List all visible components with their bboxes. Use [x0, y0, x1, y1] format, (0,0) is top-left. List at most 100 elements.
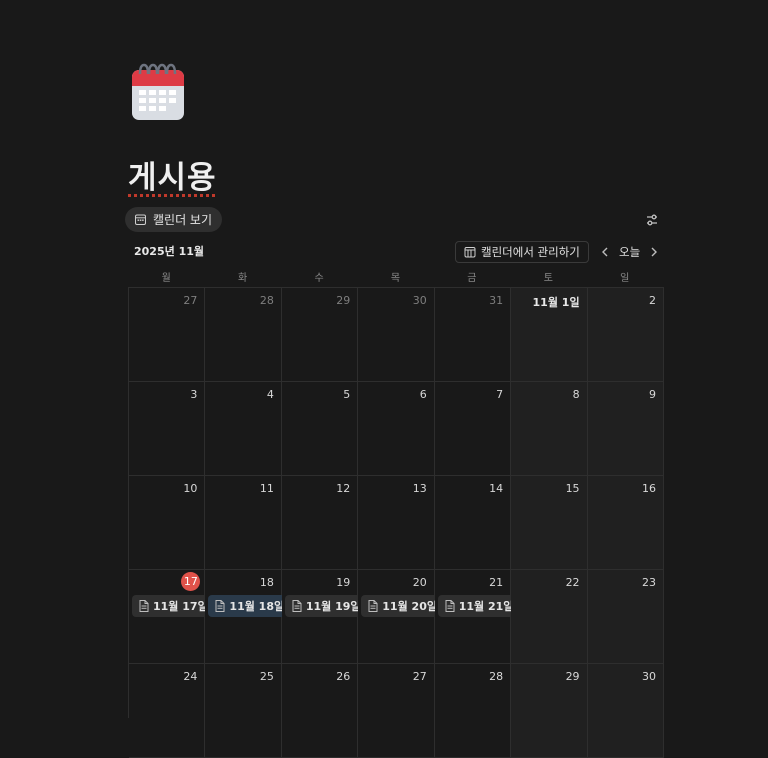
- calendar-day-cell[interactable]: 30: [358, 288, 435, 382]
- day-number: 14: [489, 482, 504, 495]
- weekday-label: 월: [161, 273, 171, 284]
- document-icon: [139, 600, 149, 612]
- day-number: 13: [412, 482, 427, 495]
- calendar-day-cell[interactable]: 26: [281, 664, 359, 758]
- calendar-view-tab[interactable]: 캘린더 보기: [125, 207, 223, 232]
- day-number: 29: [336, 294, 351, 307]
- day-number: 5: [343, 388, 351, 401]
- document-icon: [292, 600, 302, 612]
- filter-settings-icon[interactable]: [645, 212, 659, 226]
- page-icon[interactable]: [130, 62, 186, 122]
- day-number: 22: [565, 576, 580, 589]
- day-number: 25: [259, 670, 274, 683]
- day-number: 18: [259, 576, 274, 589]
- day-number: 27: [183, 294, 198, 307]
- day-number: 7: [496, 388, 504, 401]
- calendar-day-cell[interactable]: 27: [129, 288, 206, 382]
- calendar-day-cell[interactable]: 14: [434, 476, 512, 570]
- calendar-day-cell[interactable]: 22: [511, 570, 588, 664]
- document-icon: [215, 600, 225, 612]
- calendar-day-cell[interactable]: 5: [281, 382, 359, 476]
- calendar-app-icon: [464, 247, 476, 258]
- calendar-day-cell[interactable]: 20 11월 20일: [358, 570, 444, 664]
- event-card[interactable]: 11월 17일: [132, 595, 215, 617]
- calendar-day-cell[interactable]: 28: [434, 664, 512, 758]
- day-number: 9: [649, 388, 656, 401]
- calendar-day-cell[interactable]: 30: [587, 664, 664, 758]
- next-month-button[interactable]: [647, 244, 661, 258]
- calendar-day-cell[interactable]: 15: [511, 476, 588, 570]
- calendar-day-cell[interactable]: 9: [587, 382, 664, 476]
- day-number: 11: [259, 482, 274, 495]
- page-title[interactable]: 게시용: [128, 152, 217, 197]
- calendar-day-cell[interactable]: 8: [511, 382, 588, 476]
- today-button[interactable]: 오늘: [619, 244, 640, 260]
- weekday-label: 화: [238, 273, 248, 284]
- weekday-label: 금: [467, 273, 477, 284]
- calendar-day-cell[interactable]: 16: [587, 476, 664, 570]
- day-number: 8: [572, 388, 580, 401]
- day-number: 23: [642, 576, 656, 589]
- day-number: 28: [489, 670, 504, 683]
- calendar-day-cell[interactable]: 29: [281, 288, 359, 382]
- day-number: 27: [412, 670, 427, 683]
- day-number: 6: [419, 388, 427, 401]
- event-title: 11월 21일: [458, 600, 514, 613]
- calendar-day-cell[interactable]: 11월 1일: [511, 288, 588, 382]
- calendar-day-cell[interactable]: 25: [205, 664, 282, 758]
- manage-label: 캘린더에서 관리하기: [481, 245, 580, 259]
- calendar-day-cell[interactable]: 11: [205, 476, 282, 570]
- document-icon: [445, 600, 455, 612]
- event-title: 11월 20일: [382, 600, 437, 613]
- event-title: 11월 18일: [229, 600, 285, 613]
- calendar-day-cell[interactable]: 6: [358, 382, 435, 476]
- calendar-day-cell[interactable]: 2: [587, 288, 664, 382]
- weekday-header: 월 화 수 목 금 토 일: [128, 269, 663, 284]
- calendar-day-cell[interactable]: 7: [434, 382, 512, 476]
- event-card[interactable]: 11월 20일: [361, 595, 444, 617]
- calendar-day-cell[interactable]: 23: [587, 570, 664, 664]
- calendar-day-cell[interactable]: 29: [511, 664, 588, 758]
- calendar-day-cell[interactable]: 3: [129, 382, 206, 476]
- day-number: 12: [336, 482, 351, 495]
- previous-month-button[interactable]: [598, 244, 612, 258]
- day-number: 11월 1일: [532, 296, 580, 309]
- calendar-day-cell[interactable]: 13: [358, 476, 435, 570]
- calendar-day-cell[interactable]: 21 11월 21일: [434, 570, 521, 664]
- calendar-day-cell[interactable]: 31: [434, 288, 512, 382]
- manage-in-calendar-button[interactable]: 캘린더에서 관리하기: [455, 241, 589, 263]
- weekday-label: 토: [543, 273, 553, 284]
- calendar-day-cell[interactable]: 28: [205, 288, 282, 382]
- day-number: 24: [183, 670, 198, 683]
- view-label: 캘린더 보기: [153, 213, 213, 227]
- day-number: 3: [190, 388, 198, 401]
- weekday-label: 일: [620, 273, 630, 284]
- day-number: 20: [412, 576, 427, 589]
- calendar-day-cell[interactable]: 4: [205, 382, 282, 476]
- calendar-icon: [132, 63, 184, 120]
- current-month: 2025년 11월: [134, 245, 204, 258]
- chevron-left-icon: [602, 247, 608, 257]
- weekday-label: 목: [390, 273, 401, 284]
- calendar-day-cell[interactable]: 18 11월 18일: [205, 570, 292, 664]
- day-number: 26: [336, 670, 351, 683]
- day-number: 2: [649, 294, 656, 307]
- calendar-day-cell[interactable]: 10: [129, 476, 206, 570]
- day-number: 15: [565, 482, 580, 495]
- calendar-day-cell[interactable]: 19 11월 19일: [281, 570, 368, 664]
- document-icon: [368, 600, 378, 612]
- calendar-day-cell[interactable]: 27: [358, 664, 435, 758]
- day-number: 29: [565, 670, 580, 683]
- event-card[interactable]: 11월 18일: [208, 595, 292, 617]
- calendar-day-cell[interactable]: 24: [129, 664, 206, 758]
- calendar-day-cell[interactable]: 12: [281, 476, 359, 570]
- event-card[interactable]: 11월 21일: [437, 595, 521, 617]
- calendar-grid: 27 28 29 30 31 11월 1일 2 3 4 5 6 7 8 9 10 11 12 13 14 15 16 17…: [128, 287, 664, 758]
- day-number: 31: [489, 294, 504, 307]
- event-title: 11월 17일: [153, 600, 208, 613]
- day-number: 30: [642, 670, 656, 683]
- calendar-day-cell[interactable]: 17 11월 17일: [129, 570, 215, 664]
- calendar-view-icon: [135, 214, 146, 225]
- day-number: 21: [489, 576, 504, 589]
- event-card[interactable]: 11월 19일: [284, 595, 368, 617]
